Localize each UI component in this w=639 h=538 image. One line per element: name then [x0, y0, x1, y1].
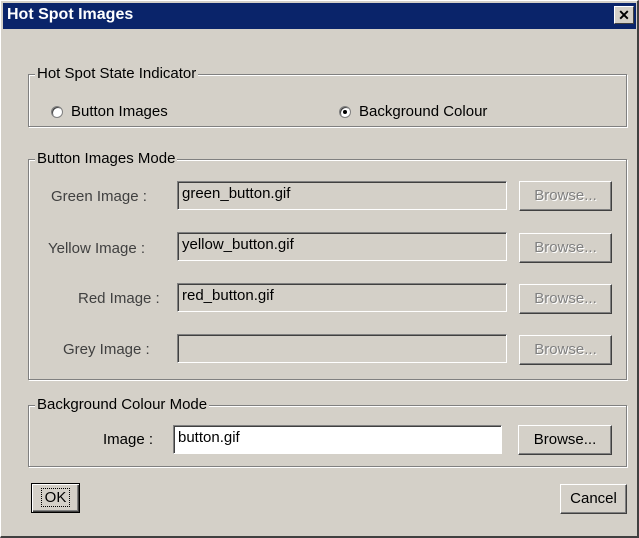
- ok-button[interactable]: OK: [31, 483, 80, 513]
- button-images-mode-legend: Button Images Mode: [35, 150, 178, 167]
- state-indicator-legend: Hot Spot State Indicator: [35, 65, 199, 82]
- red-image-label: Red Image :: [78, 290, 160, 307]
- title-bar[interactable]: Hot Spot Images ✕: [3, 3, 636, 29]
- close-icon[interactable]: ✕: [614, 6, 634, 24]
- grey-image-label: Grey Image :: [63, 341, 150, 358]
- red-image-field[interactable]: red_button.gif: [177, 283, 507, 312]
- grey-browse-button[interactable]: Browse...: [519, 335, 612, 365]
- background-colour-mode-legend: Background Colour Mode: [35, 396, 210, 413]
- bg-browse-button[interactable]: Browse...: [518, 425, 612, 455]
- cancel-button[interactable]: Cancel: [560, 484, 627, 514]
- ok-button-label: OK: [40, 488, 71, 507]
- radio-background-colour-label: Background Colour: [359, 103, 488, 120]
- radio-button-images[interactable]: Button Images: [51, 103, 168, 120]
- radio-background-colour[interactable]: Background Colour: [339, 103, 487, 120]
- grey-image-field[interactable]: [177, 334, 507, 363]
- green-image-label: Green Image :: [51, 188, 147, 205]
- window-title: Hot Spot Images: [7, 6, 134, 23]
- yellow-image-label: Yellow Image :: [48, 240, 146, 257]
- red-browse-button[interactable]: Browse...: [519, 284, 612, 314]
- bg-image-label: Image :: [103, 431, 154, 448]
- green-browse-button[interactable]: Browse...: [519, 181, 612, 211]
- radio-button-images-circle[interactable]: [51, 105, 63, 118]
- radio-background-colour-circle[interactable]: [339, 105, 351, 118]
- green-image-field[interactable]: green_button.gif: [177, 181, 507, 210]
- bg-image-field[interactable]: button.gif: [173, 425, 502, 454]
- hot-spot-images-dialog: Hot Spot Images ✕ Hot Spot State Indicat…: [0, 0, 639, 538]
- radio-button-images-label: Button Images: [71, 103, 168, 120]
- yellow-browse-button[interactable]: Browse...: [519, 233, 612, 263]
- yellow-image-field[interactable]: yellow_button.gif: [177, 232, 507, 261]
